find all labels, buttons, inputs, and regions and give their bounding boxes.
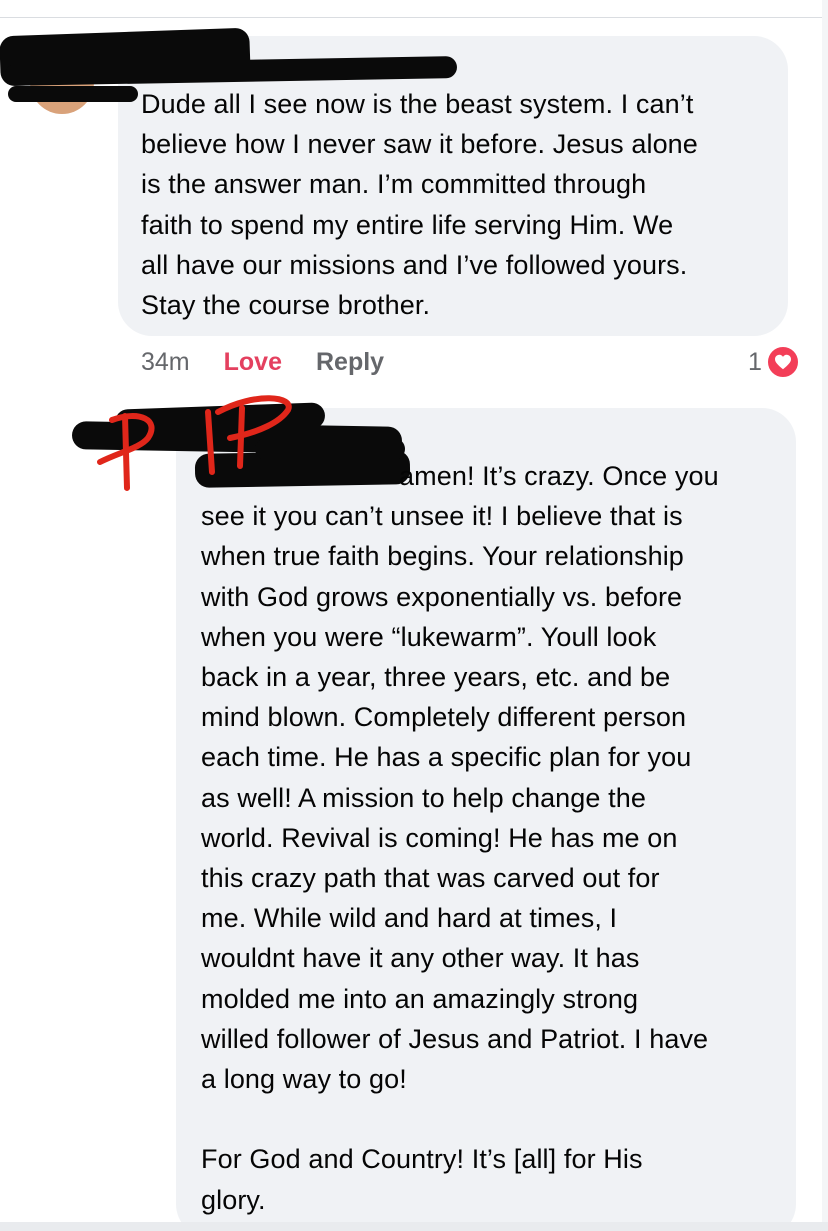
comment-thread: Dude all I see now is the beast system. … xyxy=(0,0,828,1231)
comment-actions: 34m Love Reply xyxy=(141,344,384,380)
love-button[interactable]: Love xyxy=(224,348,282,377)
reply-body-first-line: amen! It’s crazy. Once you xyxy=(201,456,791,496)
reaction-count: 1 xyxy=(748,347,762,376)
reply-body-opening: amen! It’s crazy. Once you xyxy=(399,461,719,491)
reply-body: see it you can’t unsee it! I believe tha… xyxy=(201,501,709,1215)
heart-icon xyxy=(765,345,800,379)
reply-button[interactable]: Reply xyxy=(316,348,384,377)
comment-body: Dude all I see now is the beast system. … xyxy=(141,89,698,321)
redacted-author-name-stroke-2 xyxy=(8,86,138,102)
divider xyxy=(0,17,828,18)
reaction-summary[interactable]: 1 xyxy=(748,344,800,380)
comment-timestamp: 34m xyxy=(141,347,190,376)
scroll-edge xyxy=(822,0,828,1231)
bottom-edge xyxy=(0,1222,828,1231)
